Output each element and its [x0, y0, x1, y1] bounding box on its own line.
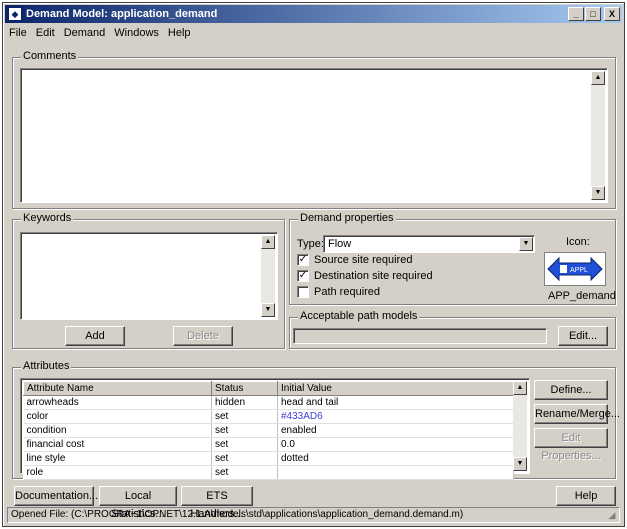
table-row[interactable]: condition set enabled	[23, 423, 514, 438]
destination-site-checkbox[interactable]: ✓ Destination site required	[297, 270, 433, 282]
table-row[interactable]: color set #433AD6	[23, 409, 514, 424]
cell-status[interactable]: hidden	[211, 395, 278, 410]
menu-demand[interactable]: Demand	[64, 27, 106, 39]
type-select[interactable]: Flow ▼	[323, 235, 535, 253]
scroll-up-icon[interactable]: ▲	[591, 71, 605, 85]
status-bar: Opened File: (C:\PROGRA~1\OPNET\12.1.A\m…	[7, 507, 620, 523]
cell-status[interactable]: set	[211, 437, 278, 452]
cell-status[interactable]: set	[211, 451, 278, 466]
scroll-up-icon[interactable]: ▲	[261, 235, 275, 249]
checkbox-checked-icon[interactable]: ✓	[297, 270, 309, 282]
acceptable-path-models-group: Acceptable path models Edit...	[289, 310, 616, 349]
resize-grip-icon[interactable]: ◢	[606, 509, 618, 521]
menu-file[interactable]: File	[9, 27, 27, 39]
cell-attribute-name[interactable]: arrowheads	[23, 395, 212, 410]
status-text: Opened File: (C:\PROGRA~1\OPNET\12.1.A\m…	[11, 509, 464, 520]
menu-windows[interactable]: Windows	[114, 27, 159, 39]
ets-handlers-button[interactable]: ETS Handlers...	[181, 486, 253, 520]
delete-keyword-button[interactable]: Delete	[173, 326, 233, 346]
table-row[interactable]: financial cost set 0.0	[23, 437, 514, 452]
source-site-checkbox[interactable]: ✓ Source site required	[297, 254, 412, 266]
cell-initial-value[interactable]: 0.0	[277, 437, 514, 452]
maximize-button[interactable]: □	[585, 7, 601, 21]
comments-label: Comments	[21, 50, 79, 62]
menu-edit[interactable]: Edit	[36, 27, 55, 39]
table-row[interactable]: role set	[23, 465, 514, 480]
close-button[interactable]: X	[604, 7, 620, 21]
table-header-row: Attribute Name Status Initial Value	[23, 381, 514, 396]
checkbox-checked-icon[interactable]: ✓	[297, 254, 309, 266]
source-site-label: Source site required	[314, 254, 413, 266]
help-button[interactable]: Help	[556, 486, 616, 506]
keywords-list[interactable]: ▲ ▼	[20, 232, 278, 320]
scroll-down-icon[interactable]: ▼	[513, 457, 527, 471]
window-title: Demand Model: application_demand	[26, 8, 218, 20]
app-icon: ◆	[8, 7, 22, 21]
scroll-down-icon[interactable]: ▼	[591, 186, 605, 200]
cell-attribute-name[interactable]: financial cost	[23, 437, 212, 452]
menu-help[interactable]: Help	[168, 27, 191, 39]
rename-merge-button[interactable]: Rename/Merge...	[534, 404, 620, 424]
destination-site-label: Destination site required	[314, 270, 433, 282]
demand-properties-group: Demand properties Type: Flow ▼ ✓ Source …	[289, 212, 616, 305]
cell-initial-value[interactable]: dotted	[277, 451, 514, 466]
type-select-value: Flow	[328, 238, 352, 250]
define-button[interactable]: Define...	[534, 380, 608, 400]
demand-model-window: ◆ Demand Model: application_demand _ □ X…	[2, 2, 625, 527]
minimize-button[interactable]: _	[568, 7, 584, 21]
cell-initial-value[interactable]: head and tail	[277, 395, 514, 410]
icon-label: Icon:	[566, 236, 590, 248]
comments-group: Comments ▲ ▼	[12, 50, 616, 209]
scroll-up-icon[interactable]: ▲	[513, 381, 527, 395]
menu-bar: File Edit Demand Windows Help	[5, 24, 622, 42]
window-controls: _ □ X	[567, 7, 620, 21]
attributes-table-frame: Attribute Name Status Initial Value arro…	[20, 378, 530, 480]
keywords-scrollbar[interactable]: ▲ ▼	[261, 235, 275, 317]
cell-status[interactable]: set	[211, 409, 278, 424]
type-label: Type:	[297, 238, 324, 250]
column-header-attribute-name[interactable]: Attribute Name	[23, 381, 212, 396]
acceptable-path-models-label: Acceptable path models	[298, 310, 420, 322]
add-keyword-button[interactable]: Add	[65, 326, 125, 346]
attributes-label: Attributes	[21, 360, 72, 372]
keywords-label: Keywords	[21, 212, 74, 224]
demand-properties-label: Demand properties	[298, 212, 396, 224]
demand-icon-preview[interactable]: APPL	[544, 252, 606, 286]
attributes-group: Attributes Attribute Name Status Initial…	[12, 360, 620, 480]
cell-status[interactable]: set	[211, 423, 278, 438]
comments-textarea[interactable]: ▲ ▼	[20, 68, 608, 203]
cell-initial-value[interactable]	[277, 465, 514, 480]
table-row[interactable]: line style set dotted	[23, 451, 514, 466]
scroll-down-icon[interactable]: ▼	[261, 303, 275, 317]
edit-properties-button[interactable]: Edit Properties...	[534, 428, 608, 462]
cell-attribute-name[interactable]: role	[23, 465, 212, 480]
path-required-checkbox[interactable]: Path required	[297, 286, 380, 298]
icon-name: APP_demand	[548, 290, 616, 302]
column-header-initial-value[interactable]: Initial Value	[277, 381, 514, 396]
chevron-down-icon[interactable]: ▼	[519, 237, 533, 251]
edit-path-models-button[interactable]: Edit...	[558, 326, 608, 346]
path-required-label: Path required	[314, 286, 381, 298]
cell-initial-value[interactable]: #433AD6	[277, 409, 514, 424]
cell-attribute-name[interactable]: condition	[23, 423, 212, 438]
checkbox-empty-icon[interactable]	[297, 286, 309, 298]
keywords-group: Keywords ▲ ▼ Add Delete	[12, 212, 285, 349]
attributes-scrollbar[interactable]: ▲ ▼	[513, 381, 527, 471]
cell-attribute-name[interactable]: color	[23, 409, 212, 424]
attributes-table: Attribute Name Status Initial Value arro…	[23, 381, 514, 480]
documentation-button[interactable]: Documentation...	[14, 486, 98, 506]
acceptable-path-models-field[interactable]	[293, 328, 547, 344]
column-header-status[interactable]: Status	[211, 381, 278, 396]
app-demand-arrow-icon: APPL	[547, 256, 603, 282]
cell-initial-value[interactable]: enabled	[277, 423, 514, 438]
comments-scrollbar[interactable]: ▲ ▼	[591, 71, 605, 200]
title-bar[interactable]: ◆ Demand Model: application_demand _ □ X	[5, 5, 622, 23]
local-statistics-button[interactable]: Local Statistics...	[99, 486, 177, 520]
cell-status[interactable]: set	[211, 465, 278, 480]
table-row[interactable]: arrowheads hidden head and tail	[23, 395, 514, 410]
cell-attribute-name[interactable]: line style	[23, 451, 212, 466]
icon-text: APPL	[570, 267, 588, 274]
